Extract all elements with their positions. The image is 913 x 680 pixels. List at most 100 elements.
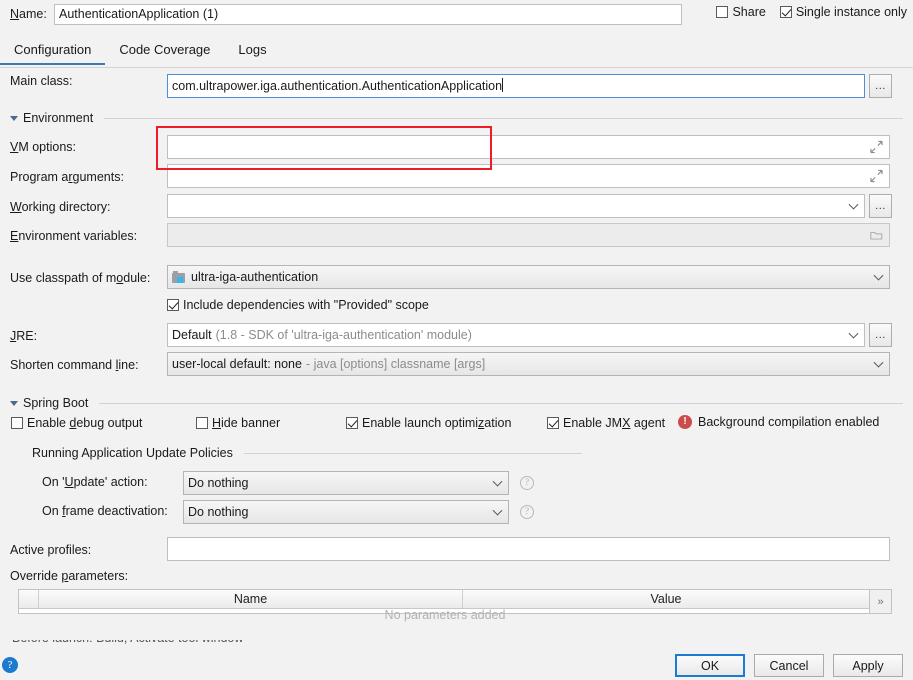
update-policies-title: Running Application Update Policies (32, 446, 233, 460)
include-provided-label: Include dependencies with "Provided" sco… (183, 298, 429, 312)
table-header-name[interactable]: Name (39, 590, 463, 608)
share-checkbox[interactable]: Share (716, 5, 766, 19)
cancel-button[interactable]: Cancel (754, 654, 824, 677)
main-class-input[interactable]: com.ultrapower.iga.authentication.Authen… (167, 74, 865, 98)
classpath-label-wrap: Use classpath of module: (10, 271, 150, 285)
single-instance-checkbox[interactable]: Single instance only (779, 5, 907, 19)
hide-banner-label: Hide banner (212, 416, 281, 430)
tab-logs[interactable]: Logs (224, 38, 280, 65)
tab-bar: Configuration Code Coverage Logs (0, 38, 913, 68)
active-profiles-label-wrap: Active profiles: (10, 543, 91, 557)
chevron-down-icon[interactable] (848, 199, 859, 210)
working-directory-browse-button[interactable]: ... (869, 194, 892, 218)
on-update-label-wrap: On 'Update' action: (42, 475, 148, 489)
table-header-spacer (19, 590, 39, 608)
name-input[interactable] (54, 3, 682, 25)
background-compilation-warning: ! Background compilation enabled (678, 415, 879, 429)
environment-variables-field[interactable] (167, 223, 890, 247)
chevron-down-icon[interactable] (873, 357, 884, 368)
on-update-action-label: On 'Update' action: (42, 475, 148, 489)
include-provided-checkbox-box[interactable] (167, 299, 179, 311)
classpath-label: Use classpath of module: (10, 271, 151, 285)
vm-options-field[interactable] (167, 135, 890, 159)
single-instance-label: Single instance only (795, 5, 907, 19)
main-class-browse-button[interactable]: ... (869, 74, 892, 98)
shorten-command-line-label: Shorten command line: (10, 358, 139, 372)
tab-configuration[interactable]: Configuration (0, 38, 106, 65)
classpath-module-combo[interactable]: ultra-iga-authentication (167, 265, 890, 289)
hide-banner-checkbox[interactable]: Hide banner (196, 416, 280, 430)
on-frame-label-wrap: On frame deactivation: (42, 504, 168, 518)
chevron-down-icon[interactable] (848, 328, 859, 339)
jre-browse-label: ... (875, 329, 886, 341)
enable-jmx-agent-checkbox[interactable]: Enable JMX agent (547, 416, 665, 430)
vm-options-label-wrap: VM options: (10, 140, 76, 154)
ok-button-label: OK (700, 658, 720, 673)
parameters-table[interactable]: Name Value No parameters added » (18, 589, 892, 621)
program-arguments-field[interactable] (167, 164, 890, 188)
active-profiles-label: Active profiles: (10, 543, 92, 557)
on-update-action-value: Do nothing (188, 476, 249, 490)
clipped-option-row: Before launch: Build, Activate tool wind… (12, 640, 372, 648)
table-header-row: Name Value (19, 590, 891, 609)
main-class-label-wrap: Main class: (10, 74, 73, 88)
enable-jmx-agent-label: Enable JMX agent (563, 416, 666, 430)
name-label: Name: (10, 7, 47, 21)
active-profiles-field[interactable] (167, 537, 890, 561)
ok-button[interactable]: OK (675, 654, 745, 677)
text-caret (502, 78, 504, 92)
working-directory-combo[interactable] (167, 194, 865, 218)
section-rule (104, 117, 903, 119)
chevron-down-icon[interactable] (492, 505, 503, 516)
enable-debug-output-checkbox[interactable]: Enable debug output (11, 416, 142, 430)
expand-editor-icon[interactable] (870, 140, 883, 154)
enable-launch-optimization-checkbox-box[interactable] (346, 417, 358, 429)
cancel-button-label: Cancel (769, 658, 809, 673)
chevron-down-icon[interactable] (873, 270, 884, 281)
working-directory-label: Working directory: (10, 200, 111, 214)
folder-icon[interactable] (870, 229, 883, 242)
chevron-down-icon[interactable] (492, 476, 503, 487)
on-frame-deactivation-label: On frame deactivation: (42, 504, 168, 518)
environment-variables-label: Environment variables: (10, 229, 138, 243)
environment-section-header[interactable]: Environment (10, 111, 903, 125)
enable-jmx-agent-checkbox-box[interactable] (547, 417, 559, 429)
hide-banner-checkbox-box[interactable] (196, 417, 208, 429)
module-icon (172, 270, 186, 284)
jre-value-hint: (1.8 - SDK of 'ultra-iga-authentication'… (215, 328, 472, 342)
on-frame-help-icon[interactable]: ? (520, 505, 534, 519)
classpath-module-value: ultra-iga-authentication (191, 270, 319, 284)
share-label: Share (732, 5, 766, 19)
update-policies-header: Running Application Update Policies (32, 446, 582, 460)
jre-combo[interactable]: Default (1.8 - SDK of 'ultra-iga-authent… (167, 323, 865, 347)
vm-options-label: VM options: (10, 140, 77, 154)
table-empty-text: No parameters added (384, 609, 506, 622)
enable-launch-optimization-checkbox[interactable]: Enable launch optimization (346, 416, 511, 430)
background-compilation-label: Background compilation enabled (698, 415, 880, 429)
table-expand-label: » (877, 595, 884, 608)
spring-boot-section-header[interactable]: Spring Boot (10, 396, 903, 410)
on-frame-deactivation-combo[interactable]: Do nothing (183, 500, 509, 524)
table-expand-button[interactable]: » (869, 590, 891, 613)
section-rule (99, 402, 903, 404)
collapse-triangle-icon[interactable] (10, 115, 18, 121)
enable-debug-output-checkbox-box[interactable] (11, 417, 23, 429)
include-provided-checkbox[interactable]: Include dependencies with "Provided" sco… (167, 298, 429, 312)
spring-boot-section-title: Spring Boot (23, 396, 89, 410)
main-class-value: com.ultrapower.iga.authentication.Authen… (172, 79, 503, 93)
enable-debug-output-label: Enable debug output (27, 416, 143, 430)
on-update-help-icon[interactable]: ? (520, 476, 534, 490)
collapse-triangle-icon[interactable] (10, 400, 18, 406)
working-directory-browse-label: ... (875, 200, 886, 212)
tab-code-coverage[interactable]: Code Coverage (105, 38, 224, 65)
help-button[interactable]: ? (2, 657, 18, 673)
environment-variables-label-wrap: Environment variables: (10, 229, 137, 243)
jre-browse-button[interactable]: ... (869, 323, 892, 347)
single-instance-checkbox-box[interactable] (779, 6, 792, 18)
shorten-command-line-combo[interactable]: user-local default: none - java [options… (167, 352, 890, 376)
on-update-action-combo[interactable]: Do nothing (183, 471, 509, 495)
expand-editor-icon[interactable] (870, 169, 883, 183)
table-header-value[interactable]: Value (463, 590, 869, 608)
share-checkbox-box[interactable] (716, 6, 729, 18)
apply-button[interactable]: Apply (833, 654, 903, 677)
